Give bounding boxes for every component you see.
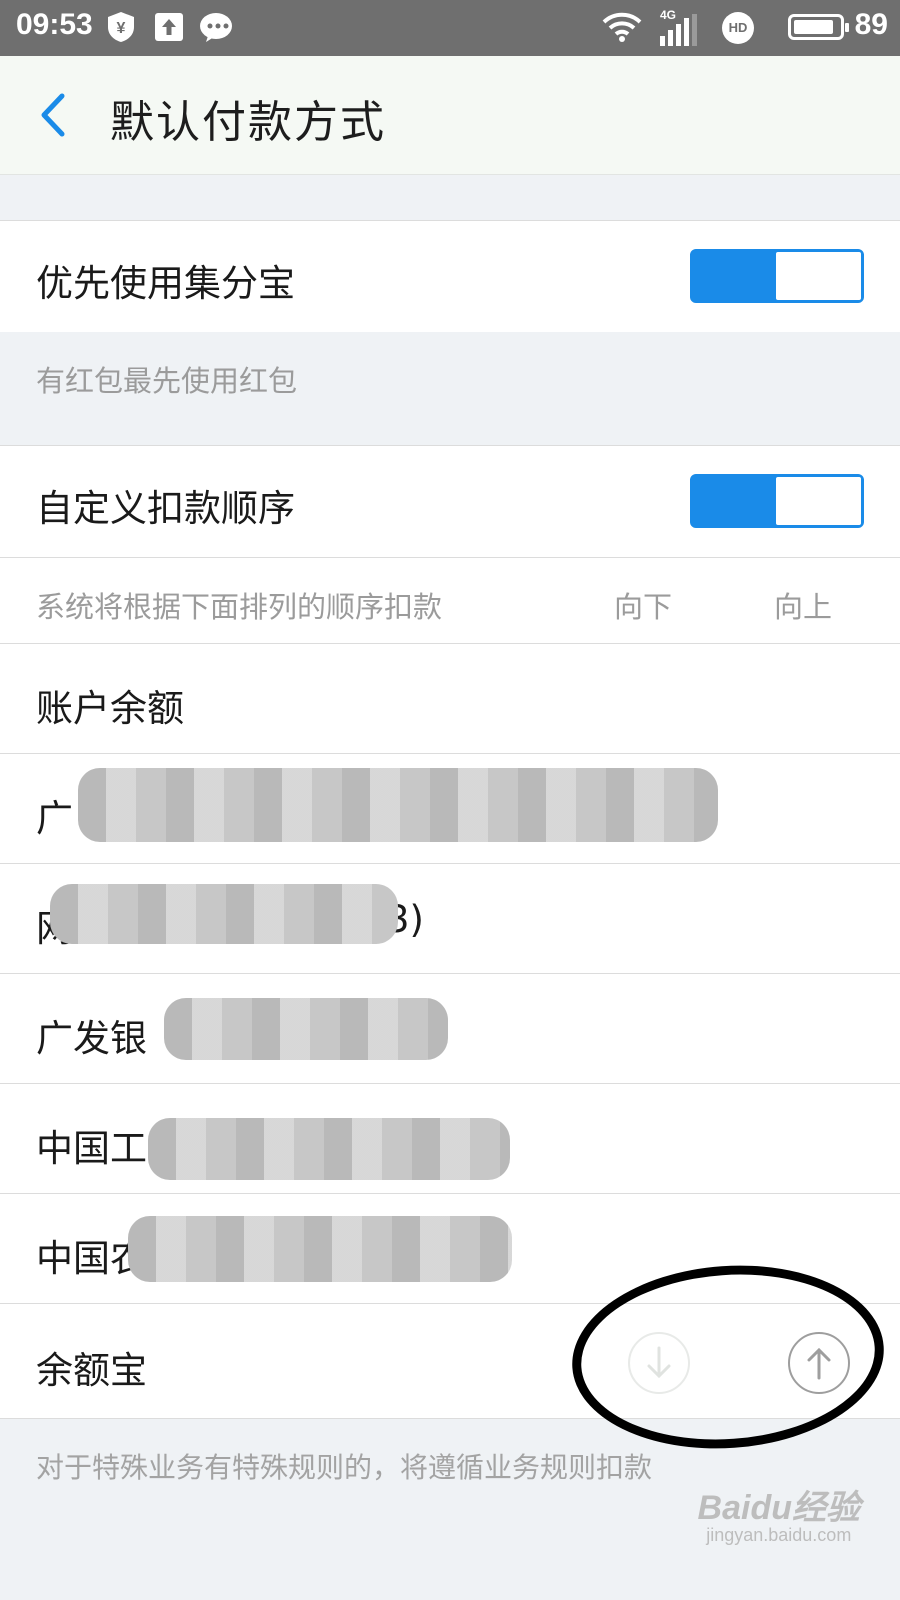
points-priority-row: 优先使用集分宝 [0, 220, 900, 332]
upload-icon [155, 13, 183, 41]
custom-order-row: 自定义扣款顺序 [0, 445, 900, 557]
payment-method-row[interactable]: 中国工 [0, 1083, 900, 1193]
payment-method-row[interactable]: 广发银 [0, 973, 900, 1083]
order-hint-row: 系统将根据下面排列的顺序扣款 向下 向上 [0, 557, 900, 643]
payment-method-row[interactable]: 账户余额 [0, 643, 900, 753]
status-bar: 09:53 ¥ 4G HD 89 [0, 0, 900, 56]
points-hint: 有红包最先使用红包 [36, 364, 298, 398]
redacted-blur [78, 768, 718, 842]
yuan-shield-icon: ¥ [108, 12, 134, 42]
redacted-blur [148, 1118, 510, 1180]
payment-method-row[interactable]: 广 [0, 753, 900, 863]
watermark: Baidu经验 jingyan.baidu.com [698, 1480, 860, 1546]
payment-method-row[interactable]: 网 3) [0, 863, 900, 973]
footer-note: 对于特殊业务有特殊规则的，将遵循业务规则扣款 [36, 1451, 653, 1484]
move-down-header: 向下 [614, 590, 673, 624]
hd-icon: HD [722, 12, 754, 44]
status-time: 09:53 [16, 8, 93, 41]
payment-method-label: 账户余额 [36, 687, 184, 730]
watermark-main: Baidu经验 [697, 1489, 860, 1527]
redacted-blur [128, 1216, 512, 1282]
watermark-sub: jingyan.baidu.com [706, 1525, 852, 1545]
battery-level: 89 [854, 8, 888, 41]
redacted-blur [164, 998, 448, 1060]
custom-order-label: 自定义扣款顺序 [36, 487, 295, 530]
payment-method-label: 广发银 [36, 1017, 147, 1060]
signal-4g-icon: 4G [656, 8, 706, 48]
payment-method-label: 广 [36, 797, 73, 840]
page-title: 默认付款方式 [110, 97, 386, 148]
battery-icon [788, 14, 849, 40]
redacted-blur [50, 884, 398, 944]
order-hint: 系统将根据下面排列的顺序扣款 [36, 590, 443, 624]
wechat-icon [200, 13, 232, 42]
hd-label: HD [728, 20, 748, 35]
custom-order-toggle[interactable] [690, 474, 864, 528]
points-priority-label: 优先使用集分宝 [36, 262, 295, 305]
svg-text:¥: ¥ [117, 20, 126, 37]
payment-method-label: 中国工 [36, 1127, 147, 1170]
chevron-left-icon[interactable] [32, 90, 82, 140]
payment-method-label: 余额宝 [36, 1349, 147, 1392]
points-priority-toggle[interactable] [690, 249, 864, 303]
move-up-header: 向上 [774, 590, 833, 624]
network-type-label: 4G [660, 8, 677, 22]
wifi-icon [602, 12, 642, 42]
nav-bar: 默认付款方式 [0, 56, 900, 175]
